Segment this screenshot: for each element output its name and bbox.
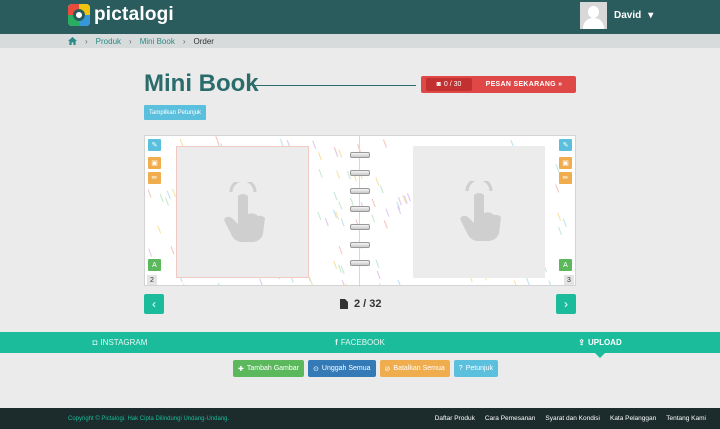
order-now-label: PESAN SEKARANG » — [485, 81, 563, 88]
breadcrumb-mini-book[interactable]: Mini Book — [140, 37, 175, 46]
brand-logo[interactable]: pictalogi — [68, 4, 174, 26]
binding-ring — [350, 152, 370, 158]
footer-link-cara-pemesanan[interactable]: Cara Pemesanan — [485, 415, 536, 422]
binding-ring — [350, 188, 370, 194]
upload-all-button[interactable]: ⊙ Unggah Semua — [308, 360, 376, 377]
next-page-button[interactable]: › — [556, 294, 576, 314]
chevron-right-icon: › — [129, 36, 132, 46]
top-navbar: pictalogi David ▾ — [0, 0, 720, 34]
tap-hand-icon — [224, 182, 265, 242]
image-icon[interactable]: ▣ — [559, 157, 572, 169]
binding-ring — [350, 242, 370, 248]
text-icon[interactable]: A — [559, 259, 572, 271]
tab-facebook[interactable]: f FACEBOOK — [240, 332, 480, 353]
text-icon[interactable]: A — [148, 259, 161, 271]
page-number-left: 2 — [147, 275, 157, 285]
brand-name: pictalogi — [94, 4, 174, 25]
page-title: Mini Book — [144, 70, 259, 97]
order-now-button[interactable]: ◙ 0 / 30 PESAN SEKARANG » — [421, 76, 576, 93]
user-name: David — [614, 10, 642, 21]
user-menu[interactable]: David ▾ — [580, 2, 653, 29]
avatar — [580, 2, 607, 29]
camera-icon: ◙ — [436, 81, 441, 88]
instagram-icon: ◘ — [92, 338, 98, 347]
upload-circle-icon: ⊙ — [313, 365, 319, 373]
copyright-text: Copyright © Pictalogi. Hak Cipta Dilindu… — [68, 416, 230, 422]
breadcrumb-order: Order — [193, 36, 214, 46]
title-divider — [254, 85, 416, 86]
home-icon[interactable] — [68, 37, 77, 45]
edit-icon[interactable]: ✎ — [148, 139, 161, 151]
footer-link-tentang-kami[interactable]: Tentang Kami — [666, 415, 706, 422]
footer: Copyright © Pictalogi. Hak Cipta Dilindu… — [0, 408, 720, 429]
show-guide-button[interactable]: Tampilkan Petunjuk — [144, 105, 207, 120]
help-button[interactable]: ? Petunjuk — [453, 360, 498, 377]
breadcrumb: › Produk › Mini Book › Order — [0, 34, 720, 48]
ban-icon: ⊘ — [384, 365, 391, 373]
footer-link-kata-pelanggan[interactable]: Kata Pelanggan — [610, 415, 656, 422]
chevron-left-icon: ‹ — [152, 297, 156, 311]
binding-ring — [350, 224, 370, 230]
binding-ring — [350, 206, 370, 212]
tap-hand-icon — [460, 181, 501, 241]
question-icon: ? — [458, 365, 463, 372]
cancel-all-button[interactable]: ⊘ Batalkan Semua — [379, 360, 450, 377]
pencil-icon[interactable]: ✏ — [148, 172, 161, 184]
add-image-button[interactable]: ✚ Tambah Gambar — [233, 360, 305, 377]
logo-icon — [68, 4, 90, 26]
book-spread: ✎ ▣ ✏ A 2 ✎ ▣ ✏ A 3 — [144, 135, 576, 287]
prev-page-button[interactable]: ‹ — [144, 294, 164, 314]
caret-down-icon: ▾ — [648, 10, 654, 21]
edit-icon[interactable]: ✎ — [559, 139, 572, 151]
tab-upload[interactable]: ⇪ UPLOAD — [480, 332, 720, 358]
binding-ring — [350, 170, 370, 176]
upload-actions: ✚ Tambah Gambar ⊙ Unggah Semua ⊘ Batalkan S… — [233, 360, 498, 377]
image-icon[interactable]: ▣ — [148, 157, 161, 169]
breadcrumb-produk[interactable]: Produk — [96, 37, 121, 46]
chevron-right-icon: › — [182, 36, 186, 46]
footer-links: Daftar Produk Cara Pemesanan Syarat dan … — [435, 415, 706, 422]
page-indicator: 2 / 32 — [340, 298, 382, 310]
pencil-icon[interactable]: ✏ — [559, 172, 572, 184]
chevron-right-icon: › — [564, 297, 568, 311]
page-number-right: 3 — [564, 275, 574, 285]
footer-link-syarat[interactable]: Syarat dan Kondisi — [545, 415, 600, 422]
source-tabs: ◘ INSTAGRAM f FACEBOOK ⇪ UPLOAD — [0, 332, 720, 358]
plus-icon: ✚ — [238, 365, 244, 373]
upload-icon: ⇪ — [578, 338, 585, 347]
file-icon — [340, 299, 348, 309]
tab-instagram[interactable]: ◘ INSTAGRAM — [0, 332, 240, 353]
photo-counter: ◙ 0 / 30 — [426, 78, 472, 91]
facebook-icon: f — [335, 338, 338, 347]
photo-slot-right[interactable] — [413, 146, 545, 278]
chevron-right-icon: › — [85, 36, 88, 46]
binding-ring — [350, 260, 370, 266]
footer-link-daftar-produk[interactable]: Daftar Produk — [435, 415, 475, 422]
photo-slot-left[interactable] — [176, 146, 309, 278]
